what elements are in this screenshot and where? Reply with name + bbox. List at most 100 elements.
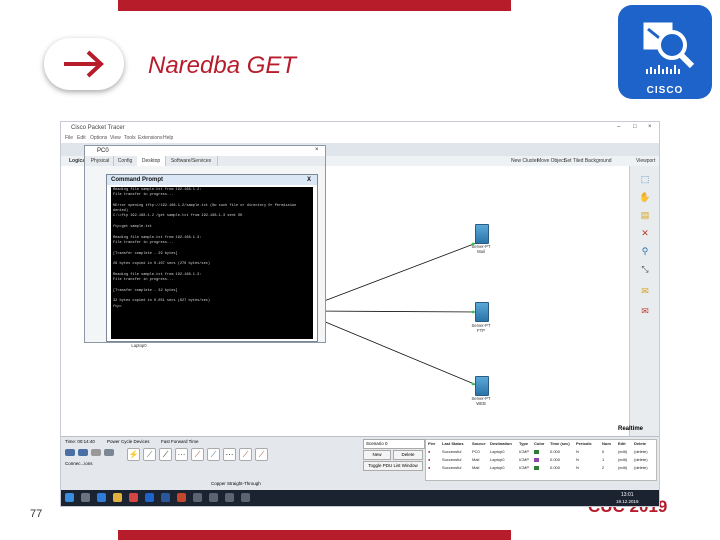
pdu-cell[interactable]: (edit) (618, 449, 627, 454)
bottom-accent-bar (118, 530, 511, 540)
app-titlebar: Cisco Packet Tracer – □ × (61, 122, 659, 134)
maximize-button[interactable]: □ (633, 124, 637, 130)
task-view-icon[interactable] (81, 493, 90, 502)
pdu-cell: ICMP (519, 465, 529, 470)
magnifier-icon (643, 22, 695, 74)
cross-cable-icon[interactable]: ⋯ (175, 448, 188, 461)
switch-icon[interactable] (78, 449, 88, 456)
pdu-cell: N (576, 457, 579, 462)
tab-config[interactable]: Config (113, 156, 138, 166)
connections-label: Connec...ions (65, 461, 93, 466)
minimize-button[interactable]: – (617, 124, 620, 130)
app-icon-2[interactable] (209, 493, 218, 502)
slide-title: Naredba GET (148, 52, 297, 79)
server-web[interactable] (475, 376, 489, 396)
word-icon[interactable] (161, 493, 170, 502)
pdu-cell: 0.000 (550, 465, 561, 470)
pdu-color-swatch (534, 466, 539, 470)
menu-help[interactable]: Help (163, 135, 173, 141)
resize-icon[interactable]: ⤡ (639, 264, 651, 275)
packet-tracer-icon[interactable] (145, 493, 154, 502)
chrome-icon[interactable] (129, 493, 138, 502)
pc0-close-button[interactable]: × (315, 147, 319, 153)
command-prompt-output[interactable]: Reading file sample.txt from 192.168.1.2… (111, 187, 313, 339)
pdu-list: Fire Last Status Source Destination Type… (425, 439, 657, 481)
pdu-row[interactable]: ● Successful Mail Laptop0 ICMP 0.000 N 1 (edit) (… (426, 457, 654, 463)
close-button[interactable]: × (648, 124, 652, 130)
pdu-cell[interactable]: (delete) (634, 449, 648, 454)
scenario-select[interactable]: Scenario 0 (363, 439, 425, 449)
serial-dce-icon[interactable]: ⟋ (239, 448, 252, 461)
pdu-cell[interactable]: (delete) (634, 457, 648, 462)
command-prompt-close-button[interactable]: X (307, 175, 311, 185)
edge-icon[interactable] (97, 493, 106, 502)
server-mail-label: Server-PT Mail (471, 244, 491, 254)
set-background-button[interactable]: Set Tiled Background (564, 158, 612, 164)
pdu-cell[interactable]: (edit) (618, 457, 627, 462)
tab-desktop[interactable]: Desktop (137, 156, 166, 166)
select-icon[interactable]: ⬚ (639, 174, 651, 185)
wireless-icon[interactable] (104, 449, 114, 456)
note-icon[interactable]: ▤ (639, 210, 651, 221)
pdu-cell: Successful (442, 465, 462, 470)
server-ftp[interactable] (475, 302, 489, 322)
move-object-button[interactable]: Move Object (537, 158, 565, 164)
phone-cable-icon[interactable]: ⟋ (207, 448, 220, 461)
app-icon-3[interactable] (225, 493, 234, 502)
fiber-cable-icon[interactable]: ⟋ (191, 448, 204, 461)
coax-cable-icon[interactable]: ⋯ (223, 448, 236, 461)
pdu-simple-icon[interactable]: ✉ (639, 286, 651, 297)
pdu-cell[interactable]: (edit) (618, 465, 627, 470)
pdu-row[interactable]: ● Successful Mail Laptop0 ICMP 0.000 N 2 (edit) (… (426, 465, 654, 471)
router-icon[interactable] (65, 449, 75, 456)
hub-icon[interactable] (91, 449, 101, 456)
auto-cable-icon[interactable]: ⚡ (127, 448, 140, 461)
menu-options[interactable]: Options (90, 135, 107, 141)
pdu-complex-icon[interactable]: ✉ (639, 306, 651, 317)
explorer-icon[interactable] (113, 493, 122, 502)
new-cluster-button[interactable]: New Cluster (511, 158, 538, 164)
serial-dte-icon[interactable]: ⟋ (255, 448, 268, 461)
pdu-cell: ICMP (519, 449, 529, 454)
cable-icons: ⚡ ⟋ ⟋ ⋯ ⟋ ⟋ ⋯ ⟋ ⟋ (127, 447, 277, 461)
fast-forward-button[interactable]: Fast Forward Time (161, 439, 199, 444)
power-cycle-button[interactable]: Power Cycle Devices (107, 439, 150, 444)
pdu-cell: Successful (442, 449, 462, 454)
pdu-cell: 0 (602, 449, 605, 454)
inspect-icon[interactable]: ⚲ (639, 246, 651, 257)
server-mail[interactable] (475, 224, 489, 244)
app-icon-4[interactable] (241, 493, 250, 502)
command-prompt: Command Prompt X Reading file sample.txt… (106, 174, 318, 342)
menu-edit[interactable]: Edit (77, 135, 86, 141)
delete-icon[interactable]: ✕ (639, 228, 651, 239)
straight-cable-icon[interactable]: ⟋ (159, 448, 172, 461)
header-type: Type (519, 441, 529, 446)
pdu-row[interactable]: ● Successful PC0 Laptop0 ICMP 0.000 N 0 (edit) (d… (426, 449, 654, 455)
menu-view[interactable]: View (110, 135, 121, 141)
app-icon[interactable] (193, 493, 202, 502)
toggle-pdu-list-button[interactable]: Toggle PDU List Window (363, 461, 423, 471)
pdu-cell: ● (428, 457, 431, 462)
tab-physical[interactable]: Physical (87, 156, 114, 166)
powerpoint-icon[interactable] (177, 493, 186, 502)
pdu-cell: PC0 (472, 449, 480, 454)
pdu-cell[interactable]: (delete) (634, 465, 648, 470)
logo-text: CISCO (646, 85, 684, 96)
realtime-label[interactable]: Realtime (618, 426, 643, 432)
menu-file[interactable]: File (65, 135, 73, 141)
console-cable-icon[interactable]: ⟋ (143, 448, 156, 461)
pdu-new-button[interactable]: New (363, 450, 391, 460)
tab-software-services[interactable]: Software/Services (165, 156, 218, 166)
server-ftp-label: Server-PT FTP (471, 323, 491, 333)
menu-tools[interactable]: Tools (124, 135, 136, 141)
command-prompt-title: Command Prompt (111, 177, 164, 183)
menu-extensions[interactable]: Extensions (138, 135, 162, 141)
viewport-button[interactable]: Viewport (636, 158, 655, 164)
windows-start-icon[interactable] (65, 493, 74, 502)
command-prompt-titlebar: Command Prompt X (107, 175, 317, 185)
pdu-cell: Mail (472, 465, 480, 470)
header-time: Time (sec) (550, 441, 570, 446)
auto-connection-label: Copper Straight-Through (211, 481, 261, 486)
hand-icon[interactable]: ✋ (639, 192, 651, 203)
pdu-delete-button[interactable]: Delete (393, 450, 423, 460)
